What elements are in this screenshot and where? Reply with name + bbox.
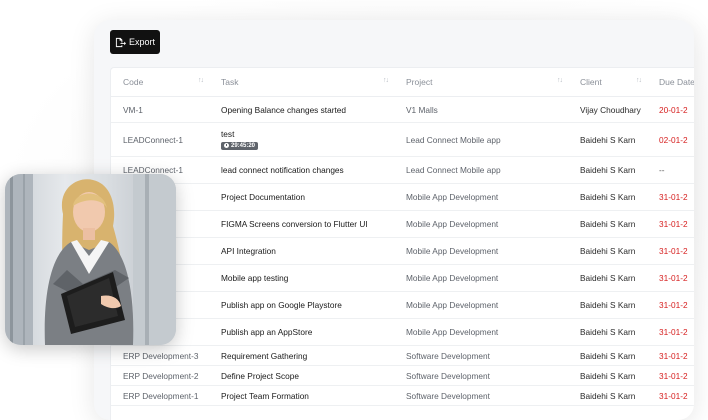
cell-client: Baidehi S Karn <box>568 210 647 238</box>
cell-task: Requirement Gathering <box>209 345 394 366</box>
sort-icon[interactable]: ↑↓ <box>383 77 389 84</box>
cell-code: ERP Development-3 <box>111 345 209 366</box>
cell-task: Mobile app testing <box>209 264 394 292</box>
table-row[interactable]: VM-1 Opening Balance changes started V1 Ma… <box>111 96 694 123</box>
tasks-table: Code ↑↓ Task ↑↓ Project ↑↓ Client ↑↓ Due Dat… <box>111 68 694 406</box>
cell-project: Mobile App Development <box>394 291 568 319</box>
cell-client: Baidehi S Karn <box>568 156 647 184</box>
cell-project: Mobile App Development <box>394 210 568 238</box>
cell-due-date: -- <box>647 156 694 184</box>
cell-project: Mobile App Development <box>394 237 568 265</box>
cell-project: V1 Malls <box>394 96 568 123</box>
cell-project: Mobile App Development <box>394 264 568 292</box>
photo-illustration <box>5 174 176 345</box>
cell-due-date: 20-01-2 <box>647 96 694 123</box>
export-label: Export <box>128 37 155 47</box>
cell-code: ERP Development-2 <box>111 365 209 386</box>
task-list-card: Export Code ↑↓ Task ↑↓ Project ↑↓ Client ↑↓ … <box>94 20 694 420</box>
sort-icon[interactable]: ↑↓ <box>557 77 563 84</box>
cell-task: API Integration <box>209 237 394 265</box>
cell-client: Baidehi S Karn <box>568 264 647 292</box>
table-row[interactable]: LEADConnect-1 test 29:45:20 Lead Connect Mo… <box>111 122 694 157</box>
cell-code: VM-1 <box>111 96 209 123</box>
table-row[interactable]: ERP Development-3 Requirement Gathering So… <box>111 345 694 366</box>
cell-task: Publish app on Google Playstore <box>209 291 394 319</box>
cell-task: test 29:45:20 <box>209 122 394 157</box>
cell-due-date: 31-01-2 <box>647 237 694 265</box>
cell-project: Software Development <box>394 345 568 366</box>
cell-client: Baidehi S Karn <box>568 183 647 211</box>
cell-due-date: 02-01-2 <box>647 122 694 157</box>
cell-project: Lead Connect Mobile app <box>394 156 568 184</box>
cell-task: lead connect notification changes <box>209 156 394 184</box>
cell-due-date: 31-01-2 <box>647 210 694 238</box>
cell-project: Mobile App Development <box>394 318 568 346</box>
column-header-due-date[interactable]: Due Date <box>647 68 694 97</box>
table-row[interactable]: API Integration Mobile App Development Bai… <box>111 237 694 265</box>
cell-task: FIGMA Screens conversion to Flutter UI <box>209 210 394 238</box>
column-header-client[interactable]: Client ↑↓ <box>568 68 647 97</box>
cell-due-date: 31-01-2 <box>647 345 694 366</box>
cell-code: LEADConnect-1 <box>111 122 209 157</box>
cell-client: Vijay Choudhary <box>568 96 647 123</box>
cell-client: Baidehi S Karn <box>568 365 647 386</box>
cell-client: Baidehi S Karn <box>568 122 647 157</box>
column-header-project[interactable]: Project ↑↓ <box>394 68 568 97</box>
table-row[interactable]: ERP Development-2 Define Project Scope Sof… <box>111 365 694 386</box>
column-header-code[interactable]: Code ↑↓ <box>111 68 209 97</box>
table-row[interactable]: LEADConnect-1 lead connect notification c… <box>111 156 694 184</box>
cell-task: Project Documentation <box>209 183 394 211</box>
cell-task: Define Project Scope <box>209 365 394 386</box>
cell-task: Publish app an AppStore <box>209 318 394 346</box>
sort-icon[interactable]: ↑↓ <box>198 77 204 84</box>
cell-due-date: 31-01-2 <box>647 183 694 211</box>
table-row[interactable]: Project Documentation Mobile App Developm… <box>111 183 694 211</box>
cell-client: Baidehi S Karn <box>568 237 647 265</box>
cell-project: Mobile App Development <box>394 183 568 211</box>
cell-due-date: 31-01-2 <box>647 264 694 292</box>
sort-icon[interactable]: ↑↓ <box>636 77 642 84</box>
column-header-task[interactable]: Task ↑↓ <box>209 68 394 97</box>
export-button[interactable]: Export <box>110 30 160 54</box>
cell-task: Opening Balance changes started <box>209 96 394 123</box>
tasks-table-panel: Code ↑↓ Task ↑↓ Project ↑↓ Client ↑↓ Due Dat… <box>110 67 694 420</box>
table-row[interactable]: Publish app an AppStore Mobile App Develo… <box>111 318 694 346</box>
timer-badge: 29:45:20 <box>221 141 259 150</box>
cell-due-date: 31-01-2 <box>647 291 694 319</box>
woman-with-clipboard-photo <box>5 174 176 345</box>
cell-client: Baidehi S Karn <box>568 345 647 366</box>
table-body: VM-1 Opening Balance changes started V1 Ma… <box>111 96 694 406</box>
table-header-row: Code ↑↓ Task ↑↓ Project ↑↓ Client ↑↓ Due Dat… <box>111 68 694 97</box>
clock-icon <box>224 143 229 149</box>
cell-client: Baidehi S Karn <box>568 318 647 346</box>
cell-due-date: 31-01-2 <box>647 365 694 386</box>
cell-client: Baidehi S Karn <box>568 291 647 319</box>
cell-project: Software Development <box>394 365 568 386</box>
table-row[interactable]: Mobile app testing Mobile App Development… <box>111 264 694 292</box>
table-row[interactable]: FIGMA Screens conversion to Flutter UI Mo… <box>111 210 694 238</box>
cell-due-date: 31-01-2 <box>647 318 694 346</box>
export-icon <box>115 37 126 47</box>
table-row[interactable]: Publish app on Google Playstore Mobile Ap… <box>111 291 694 319</box>
cell-project: Lead Connect Mobile app <box>394 122 568 157</box>
